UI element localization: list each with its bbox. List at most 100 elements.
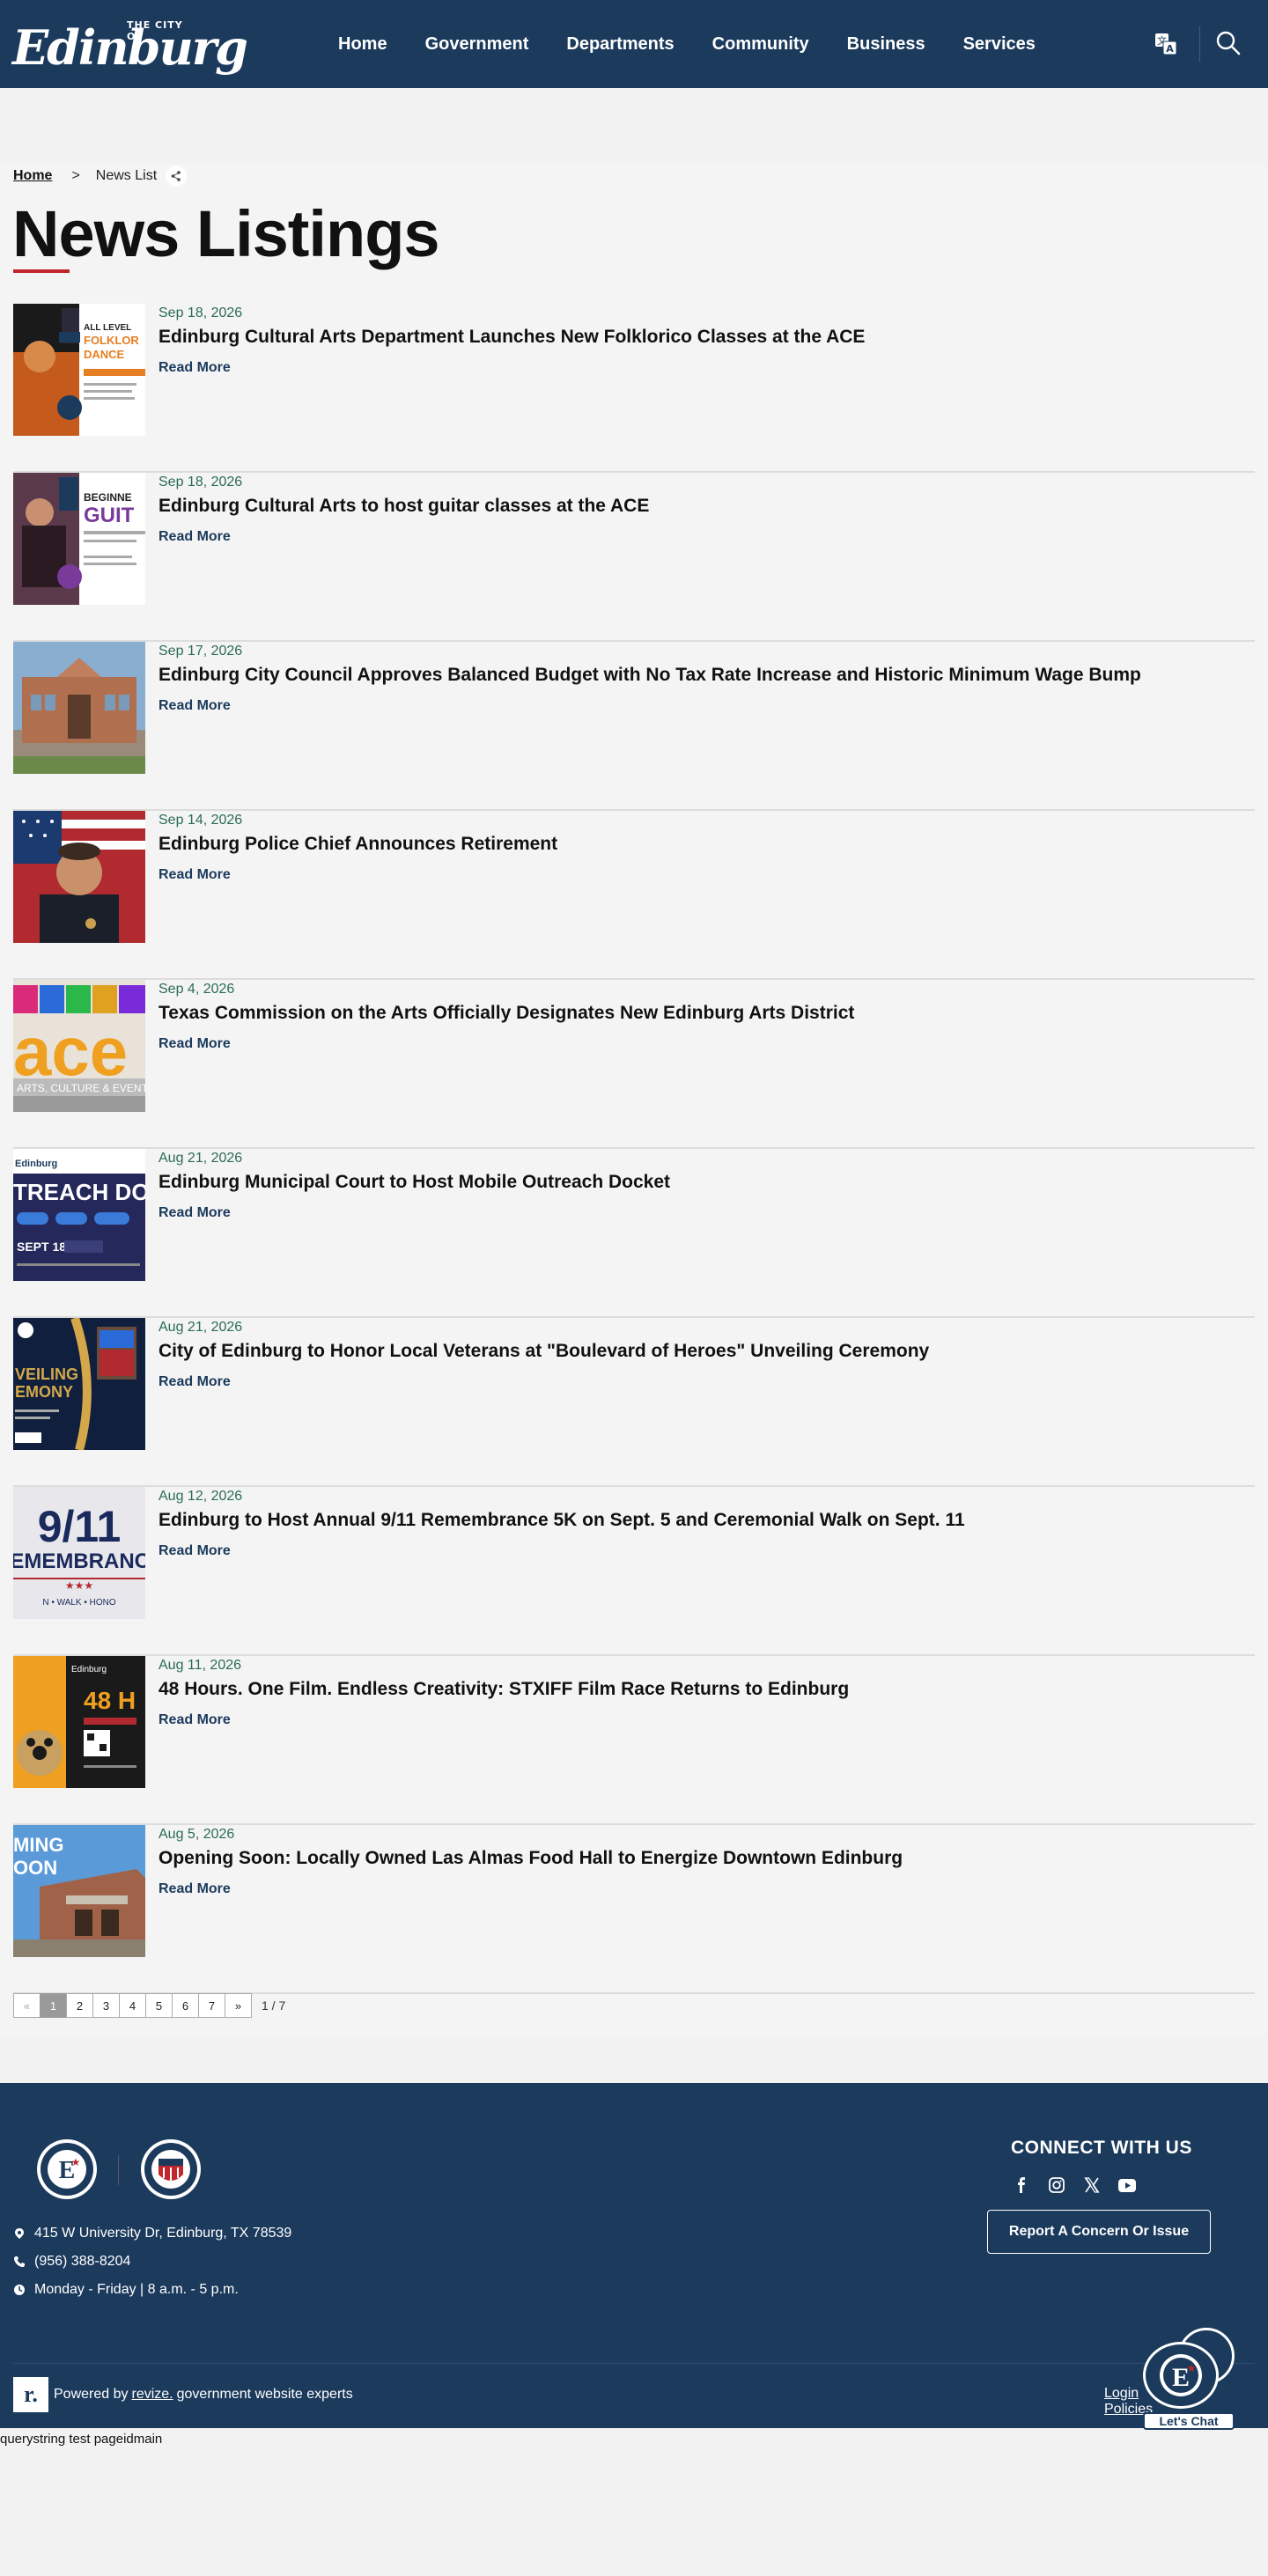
login-link[interactable]: Login (1104, 2386, 1139, 2401)
address-text: 415 W University Dr, Edinburg, TX 78539 (34, 2226, 292, 2241)
read-more-link[interactable]: Read More (158, 1374, 231, 1390)
news-title[interactable]: Edinburg Cultural Arts to host guitar cl… (158, 496, 649, 517)
header-divider (1199, 26, 1200, 62)
report-concern-button[interactable]: Report A Concern Or Issue (987, 2210, 1211, 2254)
chat-widget[interactable]: E ★ Let's Chat (1141, 2324, 1238, 2430)
svg-text:9/11: 9/11 (38, 1502, 122, 1551)
news-date: Aug 5, 2026 (158, 1827, 235, 1842)
news-title[interactable]: Edinburg City Council Approves Balanced … (158, 665, 1141, 686)
city-seal-logo[interactable]: E ★ (35, 2138, 99, 2201)
svg-text:★: ★ (71, 2156, 81, 2168)
youtube-icon[interactable] (1117, 2175, 1138, 2196)
pager-page-2[interactable]: 2 (66, 1993, 93, 2018)
logo-text: Edinburg (12, 19, 248, 76)
clock-icon (14, 2285, 25, 2295)
nav-home[interactable]: Home (338, 34, 387, 55)
news-date: Sep 18, 2026 (158, 475, 243, 489)
querystring-text: querystring test pageidmain (0, 2432, 163, 2447)
nav-services[interactable]: Services (963, 34, 1036, 55)
news-thumbnail-outreach-docket[interactable]: Edinburg TREACH DOC SEPT 18 (13, 1149, 145, 1281)
news-thumbnail-city-hall[interactable] (13, 642, 145, 774)
chat-label[interactable]: Let's Chat (1143, 2412, 1235, 2430)
read-more-link[interactable]: Read More (158, 1543, 231, 1559)
hours-text: Monday - Friday | 8 a.m. - 5 p.m. (34, 2282, 239, 2297)
powered-suffix: government website experts (176, 2387, 353, 2402)
svg-text:★: ★ (1187, 2362, 1197, 2374)
footer-divider (13, 2363, 1255, 2364)
nav-government[interactable]: Government (425, 34, 529, 55)
read-more-link[interactable]: Read More (158, 1036, 231, 1052)
news-title[interactable]: Texas Commission on the Arts Officially … (158, 1003, 854, 1024)
pager-page-3[interactable]: 3 (92, 1993, 120, 2018)
svg-text:BEGINNE: BEGINNE (84, 491, 132, 504)
news-thumbnail-veterans[interactable]: VEILING EMONY (13, 1318, 145, 1450)
news-title[interactable]: Edinburg Cultural Arts Department Launch… (158, 327, 865, 348)
revize-link[interactable]: revize. (132, 2387, 173, 2403)
powered-by: r. Powered by revize. government website… (13, 2377, 353, 2412)
news-thumbnail-arts-district[interactable]: ace ARTS, CULTURE & EVENTS (13, 980, 145, 1112)
instagram-icon[interactable] (1046, 2175, 1067, 2196)
news-item: Edinburg TREACH DOC SEPT 18 Aug 21, 2026… (13, 1149, 1255, 1318)
news-list: ALL LEVEL FOLKLOR DANCE Sep 18, 2026 Edi… (13, 304, 1255, 1994)
pager-page-5[interactable]: 5 (145, 1993, 173, 2018)
translate-icon[interactable]: 文 A (1154, 32, 1178, 56)
read-more-link[interactable]: Read More (158, 1712, 231, 1728)
svg-text:ARTS, CULTURE & EVENTS: ARTS, CULTURE & EVENTS (17, 1082, 145, 1094)
breadcrumb-home[interactable]: Home (13, 168, 52, 184)
breadcrumb-separator: > (71, 168, 80, 183)
header-tools: 文 A (1154, 0, 1268, 88)
read-more-link[interactable]: Read More (158, 1881, 231, 1897)
news-thumbnail-food-hall[interactable]: MING OON (13, 1825, 145, 1957)
pager-next[interactable]: » (225, 1993, 252, 2018)
pager-page-1[interactable]: 1 (40, 1993, 67, 2018)
nav-departments[interactable]: Departments (566, 34, 674, 55)
main-content: Home > News List News Listings ALL LEVEL… (0, 88, 1268, 2083)
site-footer: E ★ 415 W University Dr, Edinburg, TX 78… (0, 2083, 1268, 2428)
chat-bubble-icon[interactable]: E ★ (1143, 2342, 1219, 2409)
news-date: Sep 17, 2026 (158, 644, 243, 659)
news-thumbnail-guitar[interactable]: BEGINNE GUIT (13, 473, 145, 605)
news-title[interactable]: Opening Soon: Locally Owned Las Almas Fo… (158, 1848, 903, 1869)
news-title[interactable]: City of Edinburg to Honor Local Veterans… (158, 1341, 929, 1362)
svg-text:DANCE: DANCE (84, 348, 125, 361)
news-title[interactable]: Edinburg Municipal Court to Host Mobile … (158, 1172, 670, 1193)
nav-business[interactable]: Business (847, 34, 925, 55)
footer-address: 415 W University Dr, Edinburg, TX 78539 (13, 2226, 291, 2241)
read-more-link[interactable]: Read More (158, 698, 231, 714)
svg-text:FOLKLOR: FOLKLOR (84, 334, 139, 347)
site-header: THE CITY OF Edinburg Home Government Dep… (0, 0, 1268, 88)
pager-page-7[interactable]: 7 (198, 1993, 225, 2018)
share-icon[interactable] (166, 166, 188, 187)
read-more-link[interactable]: Read More (158, 529, 231, 545)
facebook-icon[interactable] (1011, 2175, 1032, 2196)
pager-prev[interactable]: « (13, 1993, 41, 2018)
news-thumbnail-film-race[interactable]: Edinburg 48 H (13, 1656, 145, 1788)
svg-text:★★★: ★★★ (65, 1579, 93, 1592)
news-title[interactable]: Edinburg to Host Annual 9/11 Remembrance… (158, 1510, 965, 1531)
read-more-link[interactable]: Read More (158, 867, 231, 883)
svg-text:48 H: 48 H (84, 1687, 136, 1714)
news-thumbnail-police-chief[interactable] (13, 811, 145, 943)
read-more-link[interactable]: Read More (158, 1205, 231, 1221)
news-title[interactable]: Edinburg Police Chief Announces Retireme… (158, 834, 557, 855)
revize-logo[interactable]: r. (13, 2377, 48, 2412)
svg-text:ALL LEVEL: ALL LEVEL (84, 323, 131, 333)
news-title[interactable]: 48 Hours. One Film. Endless Creativity: … (158, 1679, 849, 1700)
news-thumbnail-911-remembrance[interactable]: 9/11 REMEMBRANCE ★★★ N • WALK • HONO (13, 1487, 145, 1619)
read-more-link[interactable]: Read More (158, 360, 231, 376)
pager-page-4[interactable]: 4 (119, 1993, 146, 2018)
x-twitter-icon[interactable] (1081, 2175, 1102, 2196)
pagination: « 1 2 3 4 5 6 7 » 1 / 7 (13, 1993, 285, 2018)
nav-community[interactable]: Community (712, 34, 809, 55)
pager-page-6[interactable]: 6 (172, 1993, 199, 2018)
svg-text:N • WALK • HONO: N • WALK • HONO (42, 1598, 116, 1608)
svg-text:Edinburg: Edinburg (71, 1665, 107, 1674)
edc-seal-logo[interactable] (139, 2138, 203, 2201)
svg-text:Edinburg: Edinburg (15, 1159, 57, 1169)
search-icon[interactable] (1215, 30, 1242, 56)
phone-text[interactable]: (956) 388-8204 (34, 2254, 130, 2270)
svg-text:ace: ace (13, 1012, 128, 1090)
news-thumbnail-folklorico[interactable]: ALL LEVEL FOLKLOR DANCE (13, 304, 145, 436)
city-logo[interactable]: THE CITY OF Edinburg (12, 16, 248, 72)
page-title: News Listings (12, 197, 440, 270)
